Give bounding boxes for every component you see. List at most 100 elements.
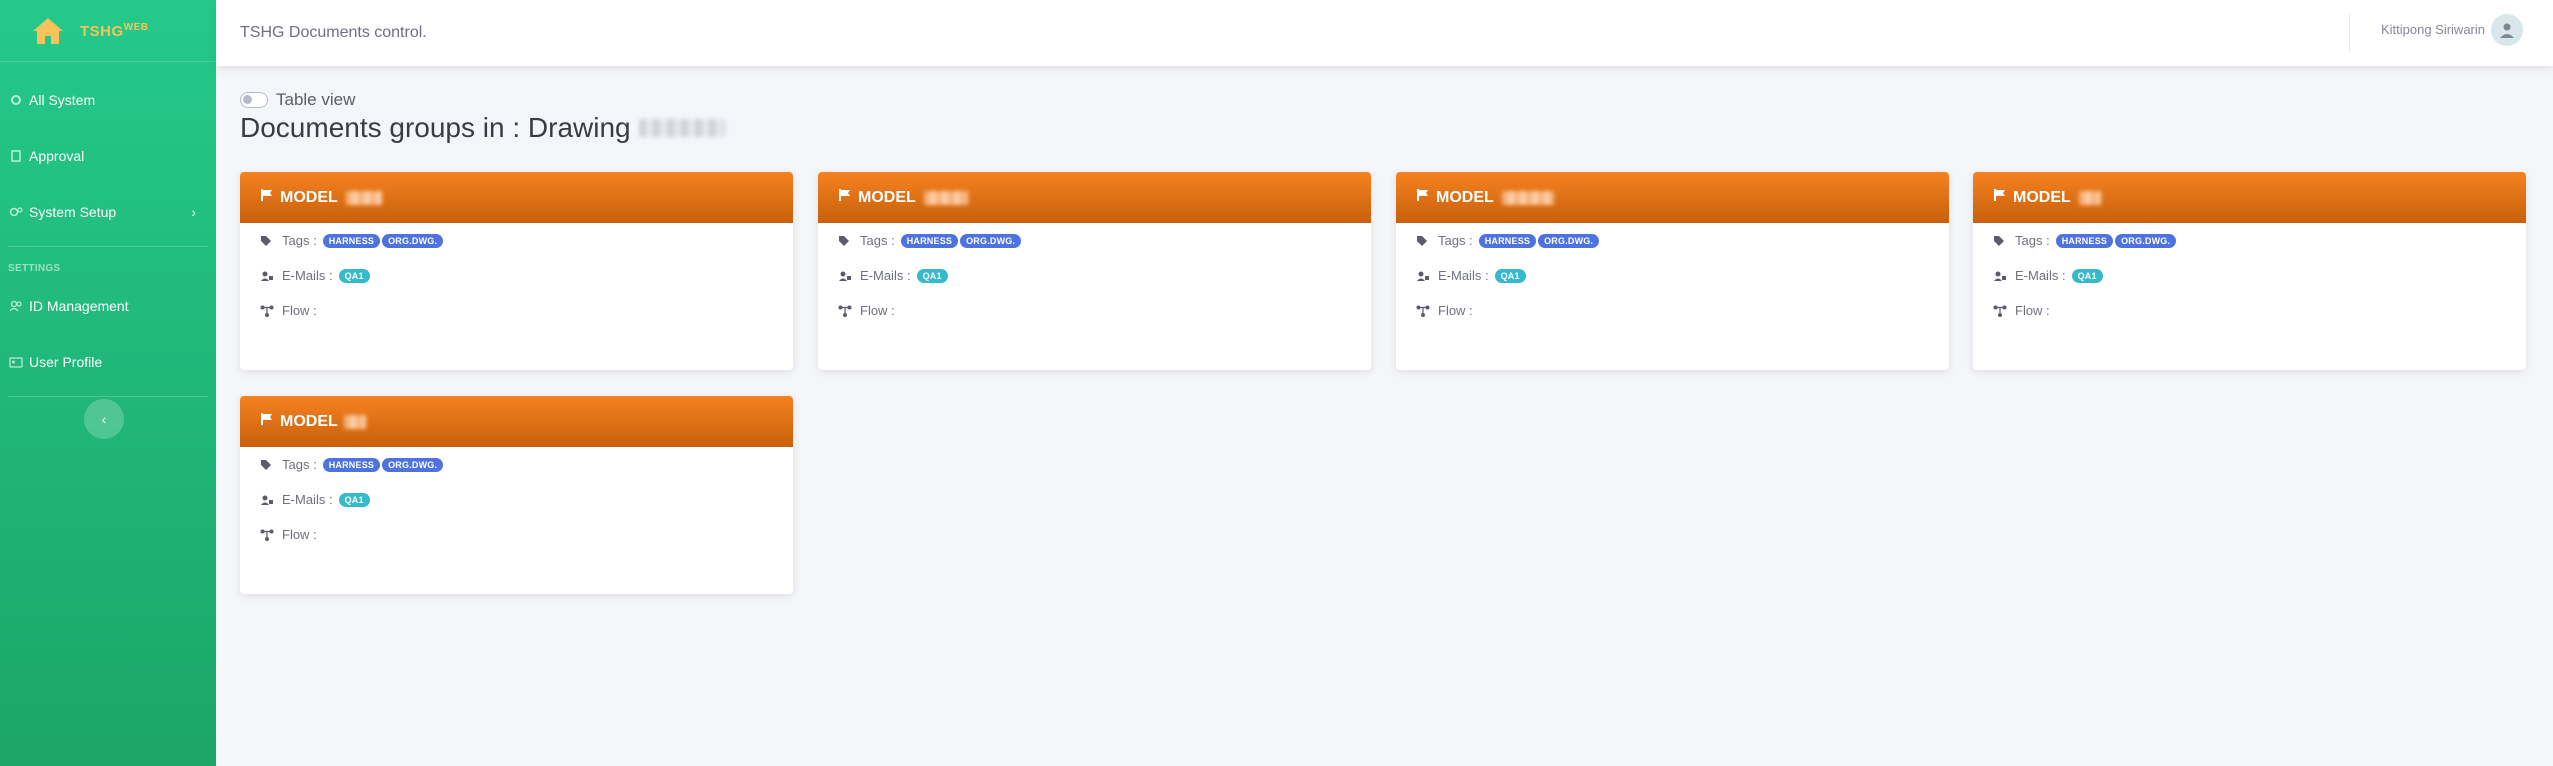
page-title-text: Documents groups in : Drawing <box>240 112 631 143</box>
email-badge: QA1 <box>338 268 370 283</box>
tag-badge: HARNESS <box>1478 233 1537 248</box>
user-name[interactable]: Kittipong Siriwarin <box>2381 22 2485 37</box>
sidebar-item-user-profile[interactable]: User Profile <box>0 334 216 390</box>
emails-label: E-Mails : <box>1438 268 1489 283</box>
redacted-text <box>638 119 725 137</box>
gears-icon <box>9 205 23 219</box>
sidebar-item-label: User Profile <box>29 354 103 370</box>
tag-badge: HARNESS <box>322 457 381 472</box>
email-badge: QA1 <box>1494 268 1526 283</box>
tag-badge: ORG.DWG. <box>382 457 444 472</box>
topbar: TSHG Documents control. Kittipong Siriwa… <box>216 0 2553 66</box>
emails-row: E-Mails : QA1 <box>240 258 793 293</box>
sidebar-item-label: System Setup <box>29 204 117 220</box>
sidebar-toggle-button[interactable]: ‹ <box>84 399 124 439</box>
tags-label: Tags : <box>282 233 317 248</box>
users-icon <box>260 269 274 283</box>
card-header[interactable]: MODEL <box>1973 172 2526 223</box>
topbar-divider <box>2349 14 2350 52</box>
emails-label: E-Mails : <box>282 268 333 283</box>
users-icon <box>1993 269 2007 283</box>
page-title: Documents groups in : Drawing <box>240 112 725 144</box>
sidebar-divider <box>8 246 208 247</box>
chevron-right-icon: › <box>191 204 196 220</box>
sidebar-item-label: All System <box>29 92 96 108</box>
clipboard-icon <box>9 149 23 163</box>
tags-icon <box>1993 234 2007 248</box>
card-header[interactable]: MODEL <box>1396 172 1949 223</box>
tags-label: Tags : <box>1438 233 1473 248</box>
table-view-switch[interactable] <box>240 92 268 108</box>
flow-row: Flow : <box>1396 293 1949 328</box>
flow-label: Flow : <box>1438 303 1473 318</box>
document-group-card[interactable]: MODEL Tags : HARNESS ORG.DWG. E-Mails : … <box>818 172 1371 370</box>
redacted-text <box>343 414 366 429</box>
home-icon <box>30 13 66 49</box>
document-group-card[interactable]: MODEL Tags : HARNESS ORG.DWG. E-Mails : … <box>1973 172 2526 370</box>
table-view-toggle[interactable]: Table view <box>240 90 355 110</box>
flag-icon <box>1993 188 2007 207</box>
email-badge: QA1 <box>338 492 370 507</box>
tag-badge: ORG.DWG. <box>1538 233 1600 248</box>
brand-name: TSHGWEB <box>80 21 149 40</box>
tags-icon <box>838 234 852 248</box>
card-header[interactable]: MODEL <box>818 172 1371 223</box>
sidebar-item-label: Approval <box>29 148 85 164</box>
emails-label: E-Mails : <box>282 492 333 507</box>
chevron-left-icon: ‹ <box>101 411 107 427</box>
sidebar-item-approval[interactable]: Approval <box>0 128 216 184</box>
flow-icon <box>1993 304 2007 318</box>
tag-badge: ORG.DWG. <box>960 233 1022 248</box>
main-content: Table view Documents groups in : Drawing… <box>216 66 2553 766</box>
tags-icon <box>1416 234 1430 248</box>
sidebar: TSHGWEB All System Approval System Setup… <box>0 0 216 766</box>
card-header[interactable]: MODEL <box>240 396 793 447</box>
flow-row: Flow : <box>1973 293 2526 328</box>
flag-icon <box>838 188 852 207</box>
sidebar-heading-settings: SETTINGS <box>8 263 61 274</box>
flow-label: Flow : <box>2015 303 2050 318</box>
sidebar-item-system-setup[interactable]: System Setup › <box>0 184 216 240</box>
redacted-text <box>2078 190 2101 205</box>
tag-badge: HARNESS <box>900 233 959 248</box>
flow-label: Flow : <box>282 303 317 318</box>
redacted-text <box>923 190 968 205</box>
tags-row: Tags : HARNESS ORG.DWG. <box>818 223 1371 258</box>
document-group-card[interactable]: MODEL Tags : HARNESS ORG.DWG. E-Mails : … <box>1396 172 1949 370</box>
flag-icon <box>260 188 274 207</box>
gear-icon <box>9 93 23 107</box>
brand[interactable]: TSHGWEB <box>0 0 216 62</box>
flow-icon <box>260 304 274 318</box>
table-view-label: Table view <box>276 90 356 109</box>
card-title: MODEL <box>280 188 338 206</box>
card-title: MODEL <box>1436 188 1494 206</box>
tags-label: Tags : <box>282 457 317 472</box>
flow-icon <box>260 528 274 542</box>
tags-row: Tags : HARNESS ORG.DWG. <box>1396 223 1949 258</box>
document-group-card[interactable]: MODEL Tags : HARNESS ORG.DWG. E-Mails : … <box>240 172 793 370</box>
flow-icon <box>1416 304 1430 318</box>
users-icon <box>260 493 274 507</box>
flow-row: Flow : <box>818 293 1371 328</box>
card-title: MODEL <box>2013 188 2071 206</box>
flow-icon <box>838 304 852 318</box>
page-header-title: TSHG Documents control. <box>240 24 427 41</box>
sidebar-item-all-system[interactable]: All System <box>0 72 216 128</box>
flag-icon <box>1416 188 1430 207</box>
flow-row: Flow : <box>240 293 793 328</box>
users-icon <box>9 299 23 313</box>
emails-row: E-Mails : QA1 <box>1973 258 2526 293</box>
emails-row: E-Mails : QA1 <box>1396 258 1949 293</box>
tag-badge: HARNESS <box>322 233 381 248</box>
email-badge: QA1 <box>916 268 948 283</box>
tags-label: Tags : <box>2015 233 2050 248</box>
avatar[interactable] <box>2491 14 2523 46</box>
sidebar-item-id-management[interactable]: ID Management <box>0 278 216 334</box>
flow-label: Flow : <box>282 527 317 542</box>
emails-row: E-Mails : QA1 <box>240 482 793 517</box>
card-header[interactable]: MODEL <box>240 172 793 223</box>
flow-row: Flow : <box>240 517 793 552</box>
document-group-card[interactable]: MODEL Tags : HARNESS ORG.DWG. E-Mails : … <box>240 396 793 594</box>
tags-row: Tags : HARNESS ORG.DWG. <box>240 447 793 482</box>
flag-icon <box>260 412 274 431</box>
